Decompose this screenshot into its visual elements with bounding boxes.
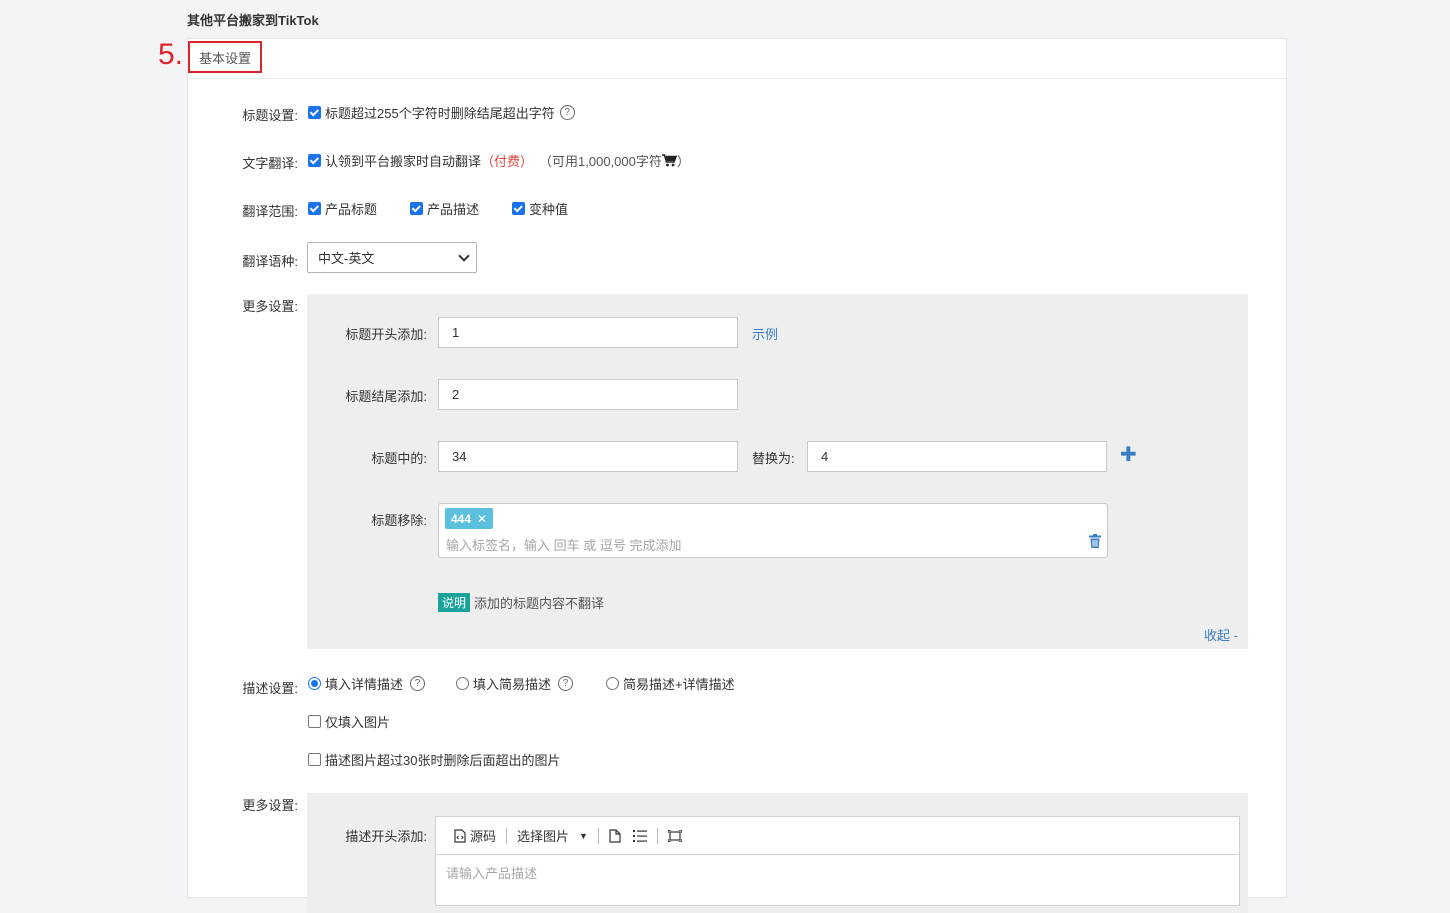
desc-simple-text: 填入简易描述 <box>473 677 552 692</box>
desc-prefix-label: 描述开头添加: <box>345 829 427 844</box>
title-more-settings-panel: 标题开头添加: 1 示例 标题结尾添加: 2 标题中的: 34 替换为: 4 ✚… <box>307 294 1248 649</box>
title-truncate-checkbox[interactable] <box>308 106 321 119</box>
desc-radio-both[interactable]: 简易描述+详情描述 <box>606 674 735 693</box>
settings-card: 基本设置 标题设置: 标题超过255个字符时删除结尾超出字符 ? 文字翻译: 认… <box>187 38 1287 913</box>
tag-chip-label: 444 <box>451 511 472 526</box>
example-link[interactable]: 示例 <box>752 324 778 343</box>
collapse-link[interactable]: 收起 - <box>1204 625 1238 644</box>
title-setting-label: 标题设置: <box>242 108 298 123</box>
fullscreen-icon[interactable] <box>662 829 688 842</box>
note-badge: 说明 <box>438 593 471 612</box>
image-limit-text: 描述图片超过30张时删除后面超出的图片 <box>325 753 561 768</box>
desc-simple-radio[interactable] <box>456 677 469 690</box>
images-only-option[interactable]: 仅填入图片 <box>308 712 390 731</box>
desc-prefix-editor[interactable]: 源码 选择图片 ▼ 请输入产品描述 <box>435 816 1240 906</box>
desc-more-settings-panel: 描述开头添加: 源码 选择图片 ▼ 请输入产品描述 <box>307 793 1248 913</box>
chevron-down-icon <box>458 250 470 262</box>
tag-chip: 444 ✕ <box>445 508 494 529</box>
scope-desc-checkbox[interactable] <box>410 202 423 215</box>
tab-basic-settings[interactable]: 基本设置 <box>188 41 262 73</box>
question-circle-icon[interactable]: ? <box>410 676 426 691</box>
source-button[interactable]: 源码 <box>448 826 502 845</box>
editor-toolbar: 源码 选择图片 ▼ <box>436 817 1239 855</box>
title-replace-label: 标题中的: <box>371 451 427 466</box>
question-circle-icon[interactable]: ? <box>558 676 574 691</box>
images-only-text: 仅填入图片 <box>325 715 391 730</box>
desc-both-text: 简易描述+详情描述 <box>623 677 735 692</box>
editor-placeholder[interactable]: 请输入产品描述 <box>436 855 1239 890</box>
card-header: 基本设置 <box>188 39 1286 79</box>
desc-detail-radio[interactable] <box>308 677 321 690</box>
scope-variant-option[interactable]: 变种值 <box>512 199 568 218</box>
auto-translate-checkbox[interactable] <box>308 154 321 167</box>
scope-desc-option[interactable]: 产品描述 <box>410 199 479 218</box>
translation-language-label: 翻译语种: <box>242 254 298 269</box>
scope-desc-text: 产品描述 <box>427 202 480 217</box>
translation-language-select[interactable]: 中文-英文 <box>307 242 477 273</box>
title-suffix-input[interactable]: 2 <box>438 379 738 410</box>
scope-title-text: 产品标题 <box>325 202 378 217</box>
document-icon[interactable] <box>603 828 627 843</box>
image-limit-option[interactable]: 描述图片超过30张时删除后面超出的图片 <box>308 750 560 769</box>
toolbar-divider <box>597 827 599 844</box>
page-title: 其他平台搬家到TikTok <box>187 13 319 28</box>
quota-text: （可用1,000,000字符 <box>539 154 662 169</box>
translation-language-value: 中文-英文 <box>318 251 375 266</box>
title-prefix-label: 标题开头添加: <box>345 327 427 342</box>
paid-label: （付费） <box>481 154 534 169</box>
quota-suffix: ） <box>676 154 690 169</box>
title-replace-from-input[interactable]: 34 <box>438 441 738 472</box>
tag-input-placeholder[interactable]: 输入标签名，输入 回车 或 逗号 完成添加 <box>446 535 681 554</box>
cart-icon[interactable] <box>661 154 677 167</box>
plus-icon[interactable]: ✚ <box>1120 445 1137 465</box>
auto-translate-option[interactable]: 认领到平台搬家时自动翻译 （付费） （可用1,000,000字符 ） <box>308 151 690 170</box>
auto-translate-text: 认领到平台搬家时自动翻译 <box>325 154 482 169</box>
replace-to-label: 替换为: <box>752 451 795 466</box>
title-truncate-option[interactable]: 标题超过255个字符时删除结尾超出字符 ? <box>308 103 575 122</box>
scope-variant-checkbox[interactable] <box>512 202 525 215</box>
title-note: 说明 添加的标题内容不翻译 <box>438 593 604 612</box>
description-setting-label: 描述设置: <box>242 681 298 696</box>
title-suffix-label: 标题结尾添加: <box>345 389 427 404</box>
desc-radio-simple[interactable]: 填入简易描述 ? <box>456 674 574 693</box>
desc-both-radio[interactable] <box>606 677 619 690</box>
source-code-icon <box>454 828 466 843</box>
scope-title-option[interactable]: 产品标题 <box>308 199 377 218</box>
scope-variant-text: 变种值 <box>529 202 569 217</box>
text-translation-label: 文字翻译: <box>242 156 298 171</box>
toolbar-divider <box>656 827 658 844</box>
desc-detail-text: 填入详情描述 <box>325 677 404 692</box>
desc-radio-detail[interactable]: 填入详情描述 ? <box>308 674 426 693</box>
note-text: 添加的标题内容不翻译 <box>474 596 605 611</box>
question-circle-icon[interactable]: ? <box>559 105 575 120</box>
more-settings-desc-label: 更多设置: <box>242 798 298 813</box>
trash-icon[interactable] <box>1089 534 1101 551</box>
title-truncate-text: 标题超过255个字符时删除结尾超出字符 <box>325 106 555 121</box>
title-remove-label: 标题移除: <box>371 513 427 528</box>
title-prefix-input[interactable]: 1 <box>438 317 738 348</box>
close-icon[interactable]: ✕ <box>477 512 487 526</box>
translation-scope-label: 翻译范围: <box>242 204 298 219</box>
scope-title-checkbox[interactable] <box>308 202 321 215</box>
list-icon[interactable] <box>627 829 653 842</box>
title-replace-to-input[interactable]: 4 <box>807 441 1107 472</box>
image-limit-checkbox[interactable] <box>308 753 321 766</box>
source-label: 源码 <box>470 829 497 844</box>
more-settings-title-label: 更多设置: <box>242 299 298 314</box>
toolbar-divider <box>506 827 508 844</box>
title-remove-tag-input[interactable]: 444 ✕ 输入标签名，输入 回车 或 逗号 完成添加 <box>438 503 1108 558</box>
select-image-button[interactable]: 选择图片 ▼ <box>511 826 594 845</box>
images-only-checkbox[interactable] <box>308 715 321 728</box>
caret-down-icon: ▼ <box>579 830 588 841</box>
select-image-label: 选择图片 <box>517 829 570 844</box>
step-marker: 5. <box>158 38 184 71</box>
